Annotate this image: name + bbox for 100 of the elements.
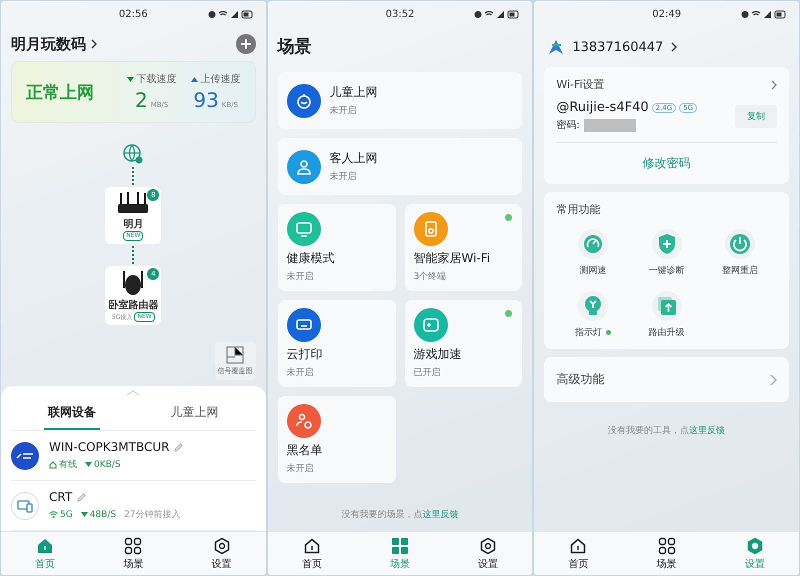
function-button[interactable]: 指示灯 [556,291,630,339]
speedometer-icon [578,229,608,259]
device-row[interactable]: WIN-COPK3MTBCUR 有线 0KB/S [11,431,256,481]
edit-icon[interactable] [77,492,86,502]
sheet-tab[interactable]: 联网设备 [44,398,100,430]
nav-tab[interactable]: 场景 [648,534,685,572]
nav-tab[interactable]: 设置 [204,534,240,572]
status-time: 03:52 [386,8,414,20]
grid-icon [391,536,409,554]
router-name: 明月 [123,218,144,231]
connection-type: 有线 [49,458,77,471]
edit-icon[interactable] [174,442,184,452]
network-status: 正常上网 [26,82,95,104]
section-title: 常用功能 [556,202,602,217]
device-speed: 0KB/S [85,460,121,470]
device-speed: 48B/S [80,510,116,520]
password-label: 密码: [556,118,580,132]
function-button[interactable]: 测网速 [556,229,630,277]
status-icons [741,10,788,19]
up-triangle-icon [190,76,198,82]
upload-box-icon [652,291,682,321]
scene-title: 游戏加速 [414,346,462,363]
power-icon [725,229,756,259]
section-title: 高级功能 [556,371,604,388]
section-title: Wi-Fi设置 [556,77,605,92]
network-name[interactable]: 明月玩数码 [11,34,86,54]
connect-time: 27分钟前接入 [124,508,181,521]
person-icon [294,158,313,176]
scene-title: 黑名单 [286,442,323,459]
function-button[interactable]: 路由升级 [630,291,704,339]
scene-status: 未开启 [330,170,358,183]
shield-plus-icon [652,229,682,259]
bulb-icon [578,291,608,321]
upload-label: 上传速度 [190,72,241,86]
scene-card[interactable]: 黑名单 未开启 [278,396,396,483]
page-title: 场景 [278,36,313,59]
gamepad-icon [422,316,440,334]
scene-title: 健康模式 [286,250,335,267]
function-button[interactable]: 一键诊断 [630,229,704,277]
wifi-name: @Ruijie-s4F40 [556,100,649,115]
feedback-text: 没有我要的场景，点这里反馈 [340,508,460,522]
nav-tab[interactable]: 场景 [115,534,152,572]
grid-icon [658,536,676,554]
app-logo-icon [548,39,564,55]
scene-card[interactable]: 儿童上网 未开启 [278,72,522,129]
child-face-icon [294,92,313,110]
nav-tab[interactable]: 首页 [560,534,596,572]
computer-icon [11,492,39,520]
person-block-icon [294,412,313,430]
settings-icon [746,536,764,554]
nav-tab[interactable]: 设置 [470,534,506,572]
device-name: WIN-COPK3MTBCUR [49,440,170,454]
status-time: 02:56 [118,8,148,20]
down-triangle-icon [80,512,88,517]
home-icon [36,536,54,554]
connection-type: 5G [49,510,73,520]
globe-icon [122,143,144,165]
advanced-card[interactable]: 高级功能 [544,357,790,402]
scene-card[interactable]: 健康模式 未开启 [278,204,396,291]
scene-status: 未开启 [286,366,315,379]
scene-card[interactable]: 客人上网 未开启 [278,138,522,195]
scene-card[interactable]: 云打印 未开启 [278,300,396,387]
scene-title: 儿童上网 [330,84,378,101]
scene-card[interactable]: 游戏加速 已开启 [404,300,522,387]
plus-icon [240,39,251,49]
grid-icon [124,536,142,554]
chevron-right-icon[interactable] [91,39,97,49]
device-name: CRT [49,490,72,504]
down-triangle-icon [85,462,92,467]
chevron-right-icon [770,374,778,386]
feedback-text: 没有我要的工具，点这里反馈 [607,424,726,438]
settings-icon [212,536,231,554]
chevron-right-icon[interactable] [671,42,678,52]
router-name: 卧室路由器 [108,298,158,312]
scene-card[interactable]: 智能家居Wi-Fi 3个终端 [404,204,522,291]
monitor-icon [294,220,313,238]
home-icon [302,536,321,554]
down-triangle-icon [126,76,134,82]
function-button[interactable]: 整网重启 [703,229,777,277]
scene-title: 智能家居Wi-Fi [414,250,490,267]
download-label: 下载速度 [126,72,177,86]
account-number[interactable]: 13837160447 [572,40,664,54]
password-mask [584,118,636,132]
scene-status: 未开启 [286,270,315,283]
status-time: 02:49 [652,8,682,20]
status-icons [474,10,520,19]
scene-title: 云打印 [286,346,323,363]
scene-status: 已开启 [414,366,442,379]
scene-status: 未开启 [286,462,315,475]
home-icon [569,536,588,554]
sheet-tab[interactable]: 儿童上网 [166,398,222,430]
status-icons [208,10,254,19]
logo-icon [11,442,39,470]
settings-icon [479,536,498,554]
add-button[interactable] [236,34,256,54]
scene-title: 客人上网 [330,150,378,167]
floor-plan-icon [226,346,244,364]
nav-tab[interactable]: 首页 [294,534,330,572]
scene-status: 未开启 [330,104,358,117]
scene-status: 3个终端 [414,270,448,283]
